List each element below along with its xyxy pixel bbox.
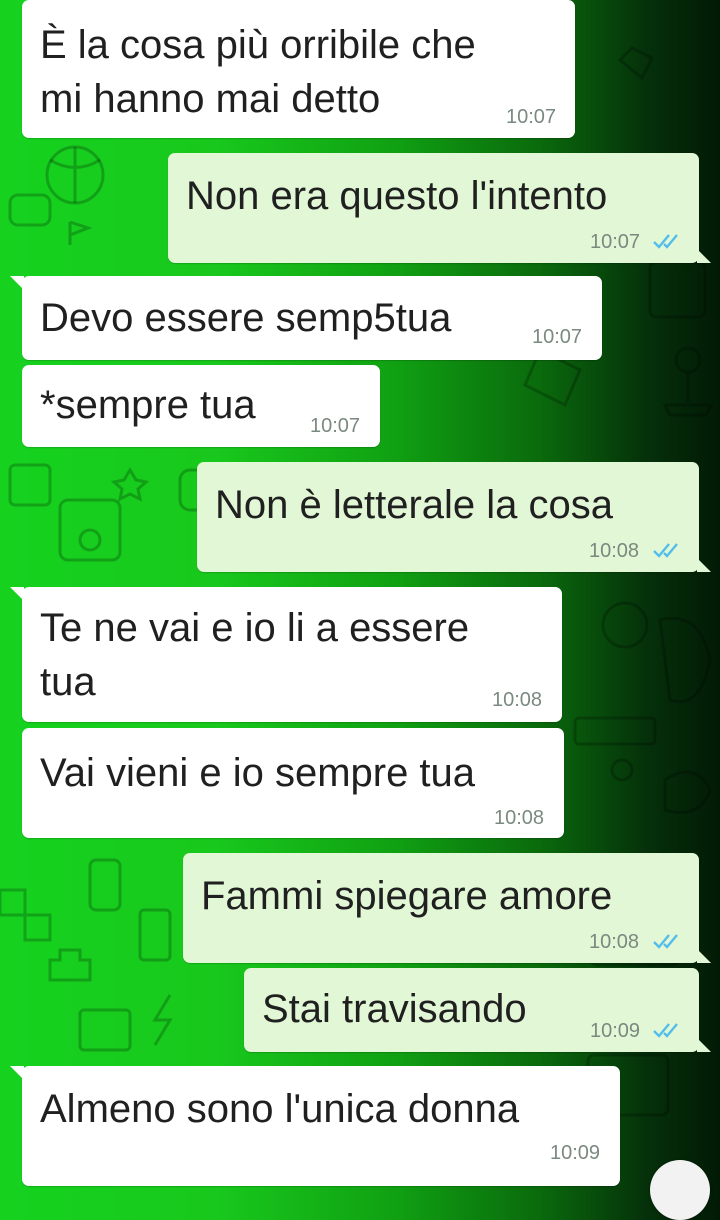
message-time: 10:09 xyxy=(550,1142,601,1164)
message-time: 10:07 xyxy=(532,326,583,348)
message-text-line: È la cosa più orribile che xyxy=(40,23,476,67)
double-check-icon xyxy=(653,543,678,558)
message-text-line: Non è letterale la cosa xyxy=(215,483,614,527)
keys-icon xyxy=(573,716,657,746)
message-text-line: Almeno sono l'unica donna xyxy=(40,1087,520,1131)
star-icon xyxy=(110,467,150,502)
message-time: 10:09 xyxy=(590,1020,641,1042)
bolt-icon xyxy=(152,994,173,1046)
message-bubble-incoming[interactable]: *sempre tua 10:07 xyxy=(22,365,380,447)
message-time: 10:07 xyxy=(310,415,361,437)
message-bubble-incoming[interactable]: Devo essere semp5tua 10:07 xyxy=(10,276,602,360)
message-text-line: Fammi spiegare amore xyxy=(201,874,613,918)
joystick-icon xyxy=(674,346,702,374)
double-check-icon xyxy=(653,234,678,249)
double-check-icon xyxy=(653,1023,678,1038)
message-text-line: mi hanno mai detto xyxy=(40,77,381,121)
message-bubble-outgoing[interactable]: Stai travisando 10:09 xyxy=(244,968,711,1052)
message-text-line: Stai travisando xyxy=(262,987,527,1031)
message-time: 10:08 xyxy=(589,931,640,953)
message-time: 10:08 xyxy=(492,689,543,711)
message-bubble-incoming[interactable]: Vai vieni e io sempre tua 10:08 xyxy=(22,728,564,838)
message-text-line: Te ne vai e io li a essere xyxy=(40,606,470,650)
message-time: 10:08 xyxy=(589,540,640,562)
message-bubble-outgoing[interactable]: Fammi spiegare amore 10:08 xyxy=(183,853,711,963)
message-text-line: tua xyxy=(40,660,96,704)
scroll-down-button[interactable] xyxy=(650,1160,710,1220)
message-bubble-outgoing[interactable]: Non era questo l'intento 10:07 xyxy=(168,153,711,263)
battery-icon xyxy=(138,908,172,962)
box-icon xyxy=(78,1008,132,1052)
message-text-line: Non era questo l'intento xyxy=(186,174,608,218)
cube-icon xyxy=(648,260,707,319)
message-bubble-incoming[interactable]: Te ne vai e io li a essere tua 10:08 xyxy=(10,587,562,722)
invader-icon xyxy=(48,948,92,982)
message-time: 10:07 xyxy=(590,231,641,253)
message-bubble-incoming[interactable]: Almeno sono l'unica donna 10:09 xyxy=(10,1066,620,1186)
message-text-line: *sempre tua xyxy=(40,383,256,427)
flag-icon xyxy=(68,220,93,245)
dice-icon xyxy=(8,463,52,507)
badge-icon xyxy=(601,601,649,649)
double-check-icon xyxy=(653,934,678,949)
message-time: 10:08 xyxy=(494,807,545,829)
message-bubble-outgoing[interactable]: Non è letterale la cosa 10:08 xyxy=(197,462,711,572)
rocket-icon xyxy=(617,46,655,81)
message-bubble-incoming[interactable]: È la cosa più orribile che mi hanno mai … xyxy=(22,0,575,138)
heart-chat-icon xyxy=(663,770,712,814)
message-text-line: Vai vieni e io sempre tua xyxy=(40,751,476,795)
message-text-line: Devo essere semp5tua xyxy=(40,296,452,340)
message-time: 10:07 xyxy=(506,106,557,128)
